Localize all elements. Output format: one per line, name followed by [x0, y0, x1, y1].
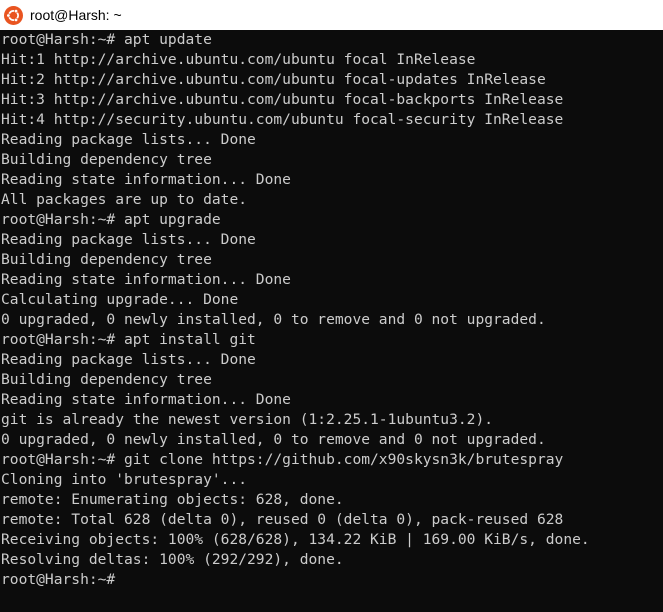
terminal-output[interactable]: root@Harsh:~# apt update Hit:1 http://arc… — [0, 30, 663, 612]
output-line: Reading package lists... Done — [1, 231, 256, 248]
output-line: remote: Total 628 (delta 0), reused 0 (d… — [1, 511, 564, 528]
output-line: Reading state information... Done — [1, 171, 291, 188]
window-title: root@Harsh: ~ — [30, 7, 122, 23]
ubuntu-logo-icon — [4, 5, 23, 25]
output-line: Building dependency tree — [1, 371, 212, 388]
output-line: Hit:4 http://security.ubuntu.com/ubuntu … — [1, 111, 564, 128]
output-line: Receiving objects: 100% (628/628), 134.2… — [1, 531, 590, 548]
output-line: Building dependency tree — [1, 251, 212, 268]
output-line: Hit:3 http://archive.ubuntu.com/ubuntu f… — [1, 91, 564, 108]
output-line: Reading package lists... Done — [1, 351, 256, 368]
output-line: 0 upgraded, 0 newly installed, 0 to remo… — [1, 431, 546, 448]
output-line: All packages are up to date. — [1, 191, 248, 208]
output-line: Calculating upgrade... Done — [1, 291, 239, 308]
prompt-line: root@Harsh:~# apt install git — [1, 331, 256, 348]
terminal-window: root@Harsh: ~ root@Harsh:~# apt update Hi… — [0, 0, 663, 612]
prompt-line: root@Harsh:~# apt upgrade — [1, 211, 221, 228]
output-line: git is already the newest version (1:2.2… — [1, 411, 494, 428]
output-line: Cloning into 'brutespray'... — [1, 471, 248, 488]
output-line: Resolving deltas: 100% (292/292), done. — [1, 551, 344, 568]
output-line: Reading state information... Done — [1, 271, 291, 288]
prompt-line: root@Harsh:~# apt update — [1, 31, 212, 48]
prompt-line: root@Harsh:~# — [1, 571, 116, 588]
output-line: Building dependency tree — [1, 151, 212, 168]
output-line: remote: Enumerating objects: 628, done. — [1, 491, 344, 508]
output-line: Reading package lists... Done — [1, 131, 256, 148]
output-line: Hit:1 http://archive.ubuntu.com/ubuntu f… — [1, 51, 476, 68]
output-line: Hit:2 http://archive.ubuntu.com/ubuntu f… — [1, 71, 546, 88]
title-bar[interactable]: root@Harsh: ~ — [0, 0, 663, 30]
output-line: Reading state information... Done — [1, 391, 291, 408]
output-line: 0 upgraded, 0 newly installed, 0 to remo… — [1, 311, 546, 328]
prompt-line: root@Harsh:~# git clone https://github.c… — [1, 451, 564, 468]
